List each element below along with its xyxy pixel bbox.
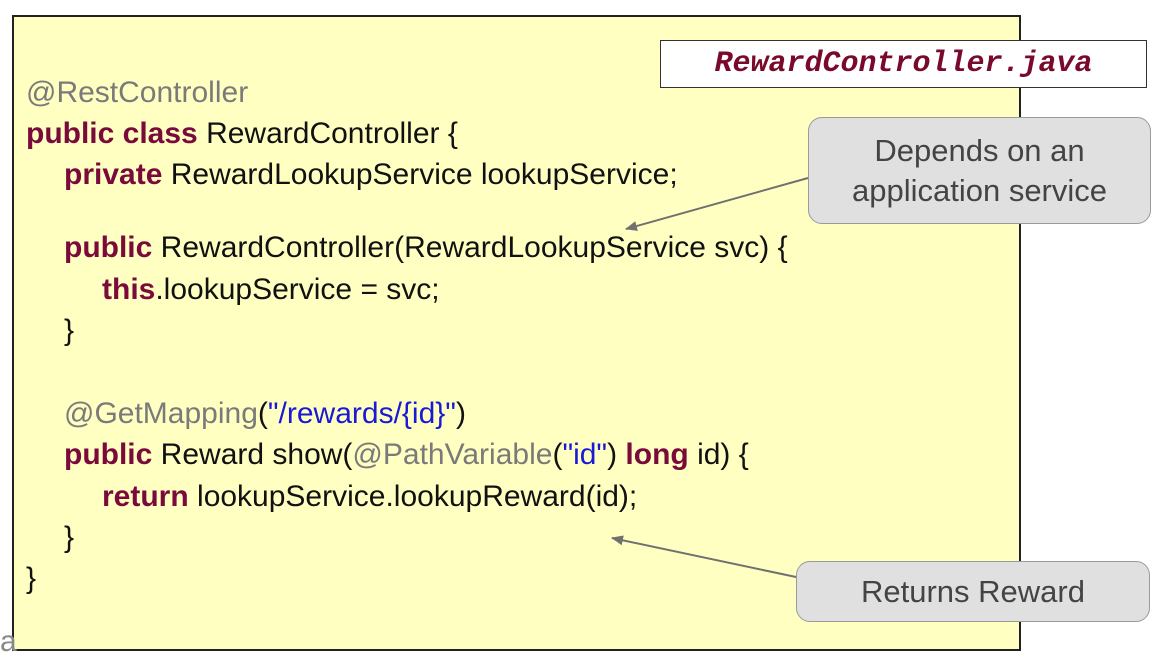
get-mapping-annotation: @GetMapping — [64, 397, 258, 430]
clipped-edge-text: a — [0, 625, 17, 658]
keyword: private — [64, 158, 163, 191]
code-line-class-declaration: public class RewardController { — [26, 116, 458, 152]
slide: @RestController public class RewardContr… — [0, 0, 1161, 663]
code-text: Reward show( — [152, 438, 353, 471]
code-line-constructor-close: } — [64, 313, 74, 349]
path-variable-annotation: @PathVariable — [352, 438, 553, 471]
id-string: "id" — [562, 438, 608, 471]
code-text: } — [64, 521, 75, 554]
code-text: ( — [552, 438, 563, 471]
depends-callout-line2: application service — [851, 172, 1108, 208]
keyword: return — [102, 480, 189, 513]
code-line-get-mapping: @GetMapping("/rewards/{id}") — [64, 396, 466, 432]
code-text: ) — [607, 438, 626, 471]
code-line-return: return lookupService.lookupReward(id); — [102, 479, 637, 515]
code-text: RewardController(RewardLookupService svc… — [152, 231, 788, 264]
code-text: ( — [257, 397, 268, 430]
code-line-class-close: } — [26, 561, 36, 597]
code-text: } — [64, 314, 75, 347]
code-line-method-close: } — [64, 520, 74, 556]
code-line-assignment: this.lookupService = svc; — [102, 272, 440, 308]
code-line-rest-controller: @RestController — [26, 75, 248, 111]
keyword: public class — [26, 117, 198, 150]
file-name-text: RewardController.java — [714, 47, 1093, 81]
code-line-constructor: public RewardController(RewardLookupServ… — [64, 230, 788, 266]
keyword: long — [625, 438, 689, 471]
file-name-label: RewardController.java — [660, 40, 1147, 88]
returns-callout-text: Returns Reward — [861, 573, 1085, 609]
depends-callout: Depends on an application service — [808, 117, 1151, 224]
code-text: id) { — [688, 438, 749, 471]
keyword: this — [102, 273, 156, 306]
returns-callout: Returns Reward — [796, 561, 1150, 622]
code-text: ) — [455, 397, 466, 430]
code-text: .lookupService = svc; — [155, 273, 440, 306]
code-line-field: private RewardLookupService lookupServic… — [64, 157, 678, 193]
depends-callout-line1: Depends on an — [874, 132, 1085, 168]
keyword: public — [64, 231, 153, 264]
keyword: public — [64, 438, 153, 471]
path-string: "/rewards/{id}" — [267, 397, 456, 430]
code-line-show-method: public Reward show(@PathVariable("id") l… — [64, 437, 749, 473]
code-text: lookupService.lookupReward(id); — [188, 480, 638, 513]
code-text: RewardController { — [197, 117, 458, 150]
code-text: RewardLookupService lookupService; — [162, 158, 678, 191]
code-text: } — [26, 562, 37, 595]
rest-controller-annotation: @RestController — [26, 76, 249, 109]
